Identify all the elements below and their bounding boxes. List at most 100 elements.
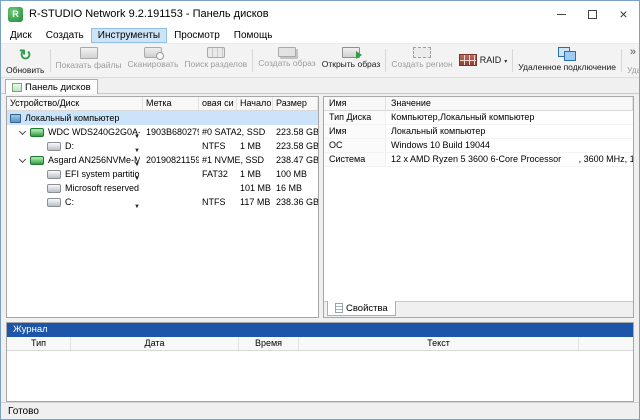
tab-properties-label: Свойства [346,303,388,314]
maximize-icon [588,10,597,19]
dropdown-caret-icon[interactable] [134,199,140,209]
drive-icon [30,128,44,137]
toolbar-separator [512,49,513,72]
property-name-cell: Тип Диска [324,111,386,124]
toolbar-button-open-image[interactable]: Открыть образ [319,45,384,76]
device-name-label: D: [65,140,74,153]
property-value-cell: Локальный компьютер [386,125,633,138]
close-button[interactable] [608,1,639,27]
tab-properties[interactable]: Свойства [327,301,396,316]
minimize-button[interactable] [546,1,577,27]
toolbar-button-show-files: Показать файлы [53,45,125,76]
tree-column-header[interactable]: Начало [237,97,273,110]
dropdown-caret-icon[interactable] [134,143,140,153]
log-panel: Журнал ТипДатаВремяТекст [6,322,634,402]
maximize-button[interactable] [577,1,608,27]
toolbar-button-label: Удаленное подключение [518,62,616,72]
toolbar-button-remote-connection[interactable]: Удаленное подключение [515,45,619,76]
toolbar-separator [621,49,622,72]
filesystem-cell: NTFS [199,196,237,209]
tree-column-header[interactable]: Размер [273,97,318,110]
tree-column-header[interactable]: овая си [199,97,237,110]
log-header-filler [579,337,633,350]
start-cell: 101 MB [237,182,273,195]
toolbar-button-label: Открыть образ [322,59,381,69]
label-cell: 201908211593 [143,154,199,167]
tree-column-header[interactable]: Метка [143,97,199,110]
remote-connection-icon [558,47,576,61]
size-cell: 16 MB [273,182,318,195]
property-name-cell: Имя [324,125,386,138]
status-text: Готово [8,406,39,417]
log-column-header[interactable]: Тип [7,337,71,350]
toolbar-button-label: Показать файлы [56,60,122,70]
filesystem-cell: #1 NVME, SSD [199,154,237,167]
raid-icon [459,54,477,66]
device-tree-header: Устройство/ДискМеткаовая сиНачалоРазмер [7,97,318,111]
dropdown-caret-icon [504,55,507,66]
property-value-cell: Windows 10 Build 19044 [386,139,633,152]
toolbar-button-raid[interactable]: RAID [456,45,511,76]
properties-icon [335,303,343,313]
minimize-icon [557,14,566,15]
log-header: ТипДатаВремяТекст [7,337,633,351]
tree-row[interactable]: C:NTFS117 MB238.36 GB [7,195,318,209]
toolbar-button-label: Удалить [627,65,639,75]
size-cell: 100 MB [273,168,318,181]
size-cell: 223.58 GB [273,126,318,139]
toolbar-separator [385,49,386,72]
tree-row[interactable]: Microsoft reserved ... 101 MB16 MB [7,181,318,195]
toolbar-separator [252,49,253,72]
menu-item-view[interactable]: Просмотр [167,28,227,43]
menu-item-tools[interactable]: Инструменты [91,28,167,43]
dropdown-caret-icon[interactable] [134,157,140,167]
toolbar-button-create-image: Создать образ [255,45,319,76]
log-column-header[interactable]: Текст [299,337,579,350]
create-image-icon [278,47,296,57]
device-name-label: EFI system partition [65,168,140,181]
dropdown-caret-icon[interactable] [134,171,140,181]
tree-row[interactable]: D:NTFS1 MB223.58 GB [7,139,318,153]
menu-item-disk[interactable]: Диск [3,28,39,43]
device-tree-body: Локальный компьютерWDC WDS240G2G0A-00...… [7,111,318,317]
properties-panel: ИмяЗначение Тип ДискаКомпьютер,Локальный… [323,96,634,318]
tab-disk-panel[interactable]: Панель дисков [5,79,98,94]
toolbar-button-label: Создать образ [258,58,316,68]
properties-column-header[interactable]: Имя [324,97,386,110]
menu-item-help[interactable]: Помощь [227,28,280,43]
app-icon: R [8,7,23,22]
tree-row[interactable]: Asgard AN256NVMe-M...201908211593#1 NVME… [7,153,318,167]
properties-column-header[interactable]: Значение [386,97,633,110]
dropdown-caret-icon[interactable] [134,129,140,139]
size-cell: 223.58 GB [273,140,318,153]
toolbar-button-refresh[interactable]: Обновить [3,45,48,76]
toolbar-button-label: Обновить [6,65,45,75]
device-name-cell: Microsoft reserved ... [7,182,143,195]
device-name-label: Локальный компьютер [25,112,119,125]
menu-item-create[interactable]: Создать [39,28,91,43]
tab-disk-panel-label: Панель дисков [25,82,91,93]
toolbar-overflow-button[interactable]: » [630,47,636,58]
size-cell: 238.36 GB [273,196,318,209]
tree-row[interactable]: Локальный компьютер [7,111,318,125]
log-body [7,351,633,401]
tree-column-header[interactable]: Устройство/Диск [7,97,143,110]
log-column-header[interactable]: Время [239,337,299,350]
expand-chevron-icon[interactable] [19,155,26,162]
window-controls [546,1,639,27]
device-name-cell: Asgard AN256NVMe-M... [7,154,143,167]
device-name-cell: WDC WDS240G2G0A-00... [7,126,143,139]
tree-row[interactable]: EFI system partitionFAT321 MB100 MB [7,167,318,181]
titlebar: R R-STUDIO Network 9.2.191153 - Панель д… [1,1,639,27]
filesystem-cell: #0 SATA2, SSD [199,126,237,139]
device-name-cell: EFI system partition [7,168,143,181]
start-cell: 117 MB [237,196,273,209]
property-row: Система12 x AMD Ryzen 5 3600 6-Core Proc… [324,153,633,167]
statusbar: Готово [1,402,639,419]
app-window: R R-STUDIO Network 9.2.191153 - Панель д… [0,0,640,420]
properties-body: Тип ДискаКомпьютер,Локальный компьютерИм… [324,111,633,301]
device-name-label: Microsoft reserved ... [65,182,140,195]
expand-chevron-icon[interactable] [19,127,26,134]
log-column-header[interactable]: Дата [71,337,239,350]
tree-row[interactable]: WDC WDS240G2G0A-00...1903B6802790#0 SATA… [7,125,318,139]
